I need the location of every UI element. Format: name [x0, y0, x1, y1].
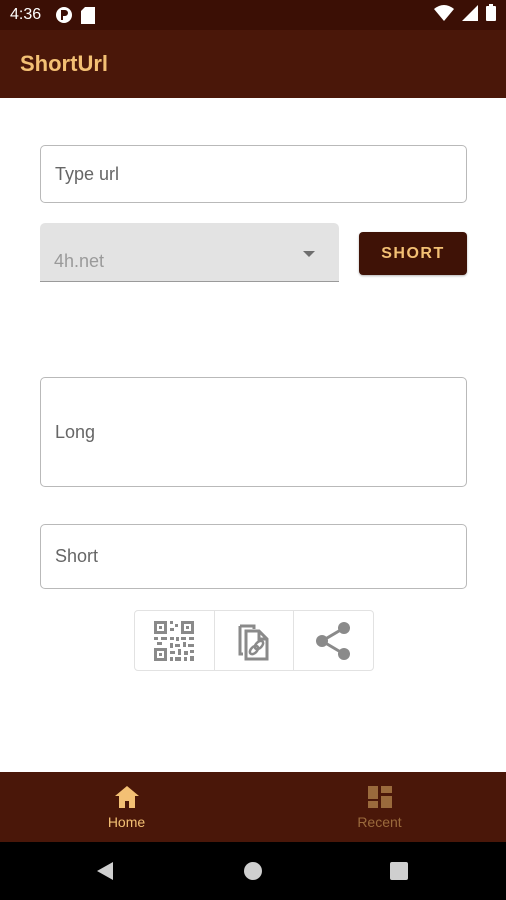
url-input-placeholder: Type url	[55, 163, 120, 184]
home-circle-icon[interactable]	[244, 862, 262, 880]
action-button-group	[134, 610, 374, 671]
bottom-navigation: Home Recent	[0, 772, 506, 842]
status-bar: 4:36	[0, 0, 506, 30]
nav-label-recent: Recent	[357, 813, 402, 830]
status-right-icons	[434, 0, 496, 30]
home-icon	[114, 785, 139, 808]
short-url-field[interactable]: Short	[40, 524, 467, 589]
share-icon	[315, 621, 350, 660]
copy-link-icon	[238, 624, 269, 660]
domain-dropdown[interactable]: 4h.net	[40, 223, 339, 282]
system-navigation-bar	[0, 842, 506, 900]
app-title: ShortUrl	[20, 51, 108, 76]
battery-icon	[486, 4, 496, 26]
app-notification-icon	[55, 6, 73, 24]
sd-card-icon	[81, 6, 96, 24]
recent-apps-icon[interactable]	[390, 862, 408, 880]
back-icon[interactable]	[97, 862, 113, 880]
dropdown-arrow-icon	[303, 251, 315, 257]
wifi-icon	[434, 4, 454, 26]
nav-item-recent[interactable]: Recent	[253, 772, 506, 842]
short-button[interactable]: SHORT	[359, 232, 467, 275]
share-button[interactable]	[294, 611, 373, 670]
app-bar: ShortUrl	[0, 30, 506, 98]
screen: 4:36 ShortUrl Type url 4h.net SHORT Long…	[0, 0, 506, 900]
status-time: 4:36	[10, 6, 42, 23]
qr-code-icon	[154, 620, 195, 661]
domain-dropdown-value: 4h.net	[54, 251, 105, 271]
long-url-placeholder: Long	[55, 421, 96, 442]
signal-icon	[462, 4, 478, 26]
nav-item-home[interactable]: Home	[0, 772, 253, 842]
copy-link-button[interactable]	[215, 611, 295, 670]
nav-label-home: Home	[107, 813, 146, 830]
dashboard-icon	[367, 785, 392, 808]
qr-code-button[interactable]	[135, 611, 215, 670]
url-input[interactable]: Type url	[40, 145, 467, 203]
long-url-field[interactable]: Long	[40, 377, 467, 487]
short-url-placeholder: Short	[55, 546, 99, 566]
